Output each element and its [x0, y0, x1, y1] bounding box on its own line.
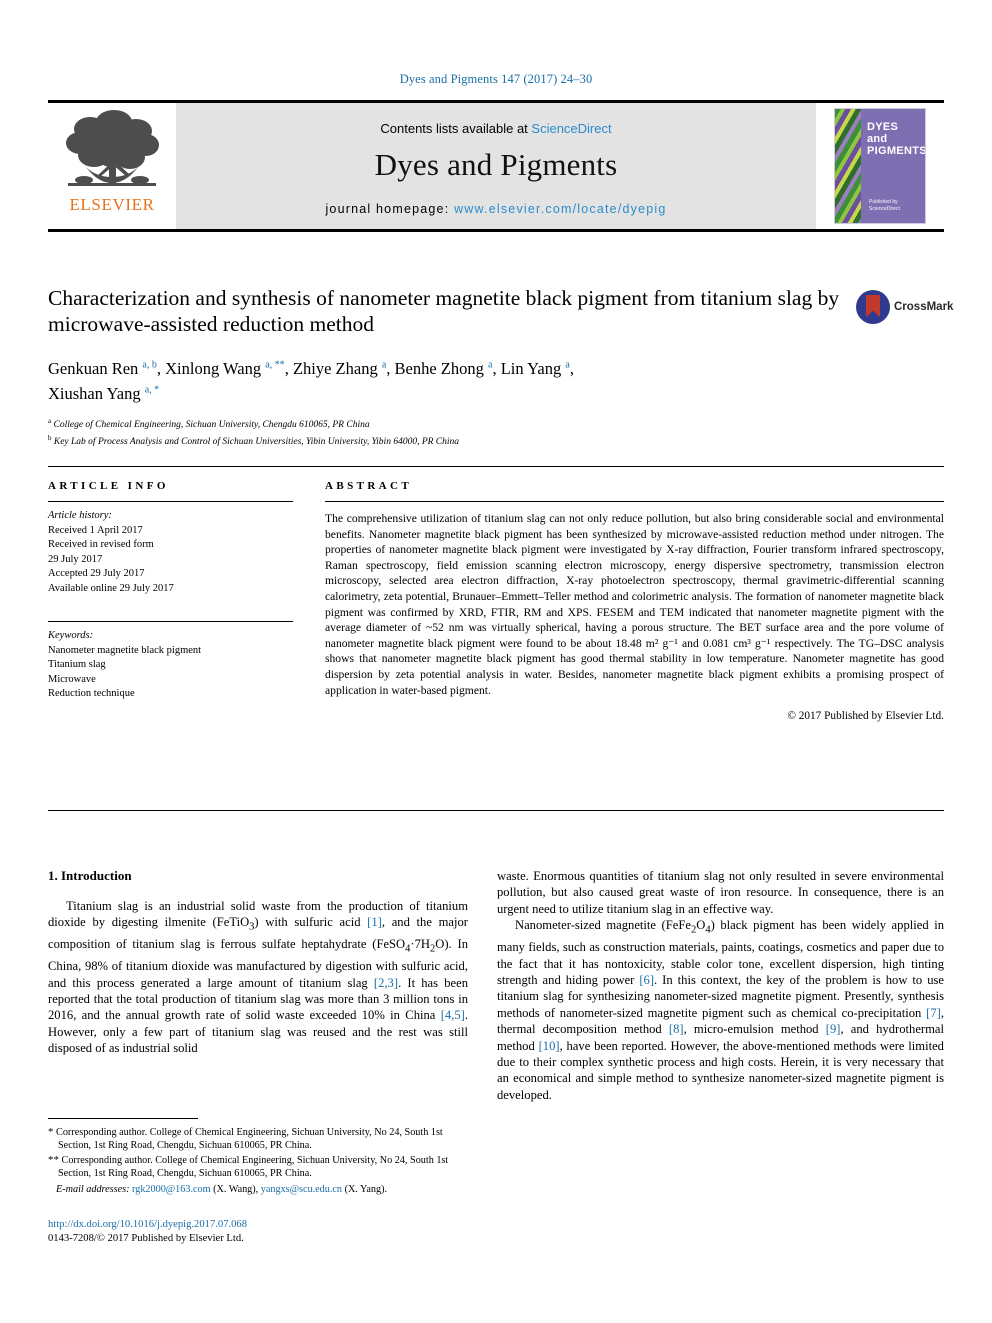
footnote-emails: E-mail addresses: rgk2000@163.com (X. Wa…: [56, 1183, 388, 1195]
citation-6[interactable]: [6]: [639, 973, 654, 987]
history-item-1: Received in revised form: [48, 539, 154, 550]
journal-cover-image: DYES and PIGMENTS Published by ScienceDirec…: [834, 108, 926, 224]
footnote-separator: [48, 1118, 198, 1119]
article-info-heading: ARTICLE INFO: [48, 480, 169, 492]
title-block: Characterization and synthesis of nanome…: [48, 285, 848, 449]
citation-7[interactable]: [7]: [926, 1006, 941, 1020]
footnote-1-text: Corresponding author. College of Chemica…: [56, 1127, 443, 1152]
elsevier-wordmark: ELSEVIER: [69, 195, 155, 214]
masthead-center: Contents lists available at ScienceDirec…: [176, 103, 816, 229]
citation-10[interactable]: [10]: [539, 1039, 560, 1053]
author-list: Genkuan Ren a, b, Xinlong Wang a, **, Zh…: [48, 354, 848, 405]
journal-title: Dyes and Pigments: [374, 146, 618, 182]
footnote-corresponding-2: ** Corresponding author. College of Chem…: [48, 1154, 468, 1181]
cover-footer-text: Published by ScienceDirect: [869, 199, 900, 212]
journal-masthead: ELSEVIER Contents lists available at Sci…: [48, 100, 944, 232]
affiliation-b-text: Key Lab of Process Analysis and Control …: [53, 437, 460, 448]
crossmark-icon: [856, 290, 890, 324]
article-info-rule: [48, 501, 293, 502]
footnote-2-text: Corresponding author. College of Chemica…: [58, 1154, 449, 1180]
section-title-introduction: 1. Introduction: [48, 868, 132, 883]
contents-available-line: Contents lists available at ScienceDirec…: [380, 121, 611, 136]
intro-paragraph-2: Nanometer-sized magnetite (FeFe2O4) blac…: [497, 918, 944, 1102]
affiliation-a: a College of Chemical Engineering, Sichu…: [48, 417, 370, 431]
citation-8[interactable]: [8]: [669, 1022, 684, 1036]
email-label: E-mail addresses:: [56, 1183, 130, 1195]
keyword-3: Reduction technique: [48, 688, 135, 699]
asterisk-icon: *: [48, 1126, 54, 1138]
elsevier-logo: ELSEVIER: [48, 103, 176, 229]
email-link-2[interactable]: yangxs@scu.edu.cn: [261, 1184, 342, 1195]
keyword-2: Microwave: [48, 673, 96, 685]
keyword-0: Nanometer magnetite black pigment: [48, 644, 202, 656]
citation-2-3[interactable]: [2,3]: [374, 976, 398, 990]
affiliation-a-text: College of Chemical Engineering, Sichuan…: [53, 420, 370, 431]
double-asterisk-icon: **: [48, 1153, 59, 1166]
abstract-rule: [325, 501, 944, 502]
contents-prefix: Contents lists available at: [380, 120, 532, 136]
journal-homepage-line: journal homepage: www.elsevier.com/locat…: [325, 202, 666, 216]
author-line-2: Xiushan Yang a, *: [48, 384, 160, 403]
history-item-0: Received 1 April 2017: [48, 524, 143, 536]
citation-1[interactable]: [1]: [367, 915, 382, 929]
cover-title-text: DYES and PIGMENTS: [867, 121, 926, 157]
article-page: Dyes and Pigments 147 (2017) 24–30 ELSEV…: [0, 0, 992, 1323]
author-line-1: Genkuan Ren a, b, Xinlong Wang a, **, Zh…: [48, 358, 574, 378]
body-column-left: 1. Introduction Titanium slag is an indu…: [48, 868, 468, 1057]
intro-paragraph-left: Titanium slag is an industrial solid was…: [48, 899, 468, 1056]
issn-copyright-line: 0143-7208/© 2017 Published by Elsevier L…: [48, 1233, 244, 1244]
history-item-4: Available online 29 July 2017: [48, 582, 174, 594]
info-section-top-rule: [48, 466, 944, 467]
email-2-author: (X. Yang): [344, 1183, 385, 1195]
doi-block: http://dx.doi.org/10.1016/j.dyepig.2017.…: [48, 1218, 468, 1246]
history-item-3: Accepted 29 July 2017: [48, 568, 145, 579]
page-title: Characterization and synthesis of nanome…: [48, 286, 840, 336]
affiliation-b: b Key Lab of Process Analysis and Contro…: [48, 434, 460, 448]
doi-link[interactable]: http://dx.doi.org/10.1016/j.dyepig.2017.…: [48, 1218, 468, 1232]
keywords-label: Keywords:: [48, 630, 94, 641]
running-head: Dyes and Pigments 147 (2017) 24–30: [399, 72, 593, 86]
keywords-rule: [48, 621, 293, 622]
abstract-copyright: © 2017 Published by Elsevier Ltd.: [787, 710, 944, 723]
intro-paragraph-right-cont: waste. Enormous quantities of titanium s…: [497, 869, 944, 916]
email-1-author: (X. Wang): [213, 1183, 256, 1195]
journal-homepage-link[interactable]: www.elsevier.com/locate/dyepig: [454, 202, 666, 216]
keyword-1: Titanium slag: [48, 659, 106, 670]
history-item-2: 29 July 2017: [48, 553, 103, 565]
footnote-block: * Corresponding author. College of Chemi…: [48, 1126, 468, 1197]
article-info-column: ARTICLE INFO Article history: Received 1…: [48, 480, 298, 702]
citation-4-5[interactable]: [4,5]: [441, 1008, 465, 1022]
abstract-text: The comprehensive utilization of titaniu…: [325, 512, 944, 697]
journal-cover-thumbnail: DYES and PIGMENTS Published by ScienceDirec…: [816, 103, 944, 229]
article-history-label: Article history:: [48, 510, 112, 521]
email-link-1[interactable]: rgk2000@163.com: [132, 1184, 211, 1195]
sciencedirect-link[interactable]: ScienceDirect: [531, 121, 611, 136]
crossmark-badge[interactable]: CrossMark: [856, 284, 953, 330]
abstract-column: ABSTRACT The comprehensive utilization o…: [325, 480, 944, 722]
abstract-heading: ABSTRACT: [325, 480, 413, 492]
footnote-corresponding-1: * Corresponding author. College of Chemi…: [48, 1126, 468, 1153]
crossmark-label: CrossMark: [894, 301, 954, 313]
homepage-prefix: journal homepage:: [325, 201, 455, 216]
elsevier-tree-icon: [66, 110, 159, 186]
cover-art-strip: [835, 109, 861, 223]
body-column-right: waste. Enormous quantities of titanium s…: [497, 868, 944, 1103]
abstract-bottom-rule: [48, 810, 944, 811]
affiliation-list: a College of Chemical Engineering, Sichu…: [48, 415, 848, 449]
citation-9[interactable]: [9]: [826, 1022, 841, 1036]
